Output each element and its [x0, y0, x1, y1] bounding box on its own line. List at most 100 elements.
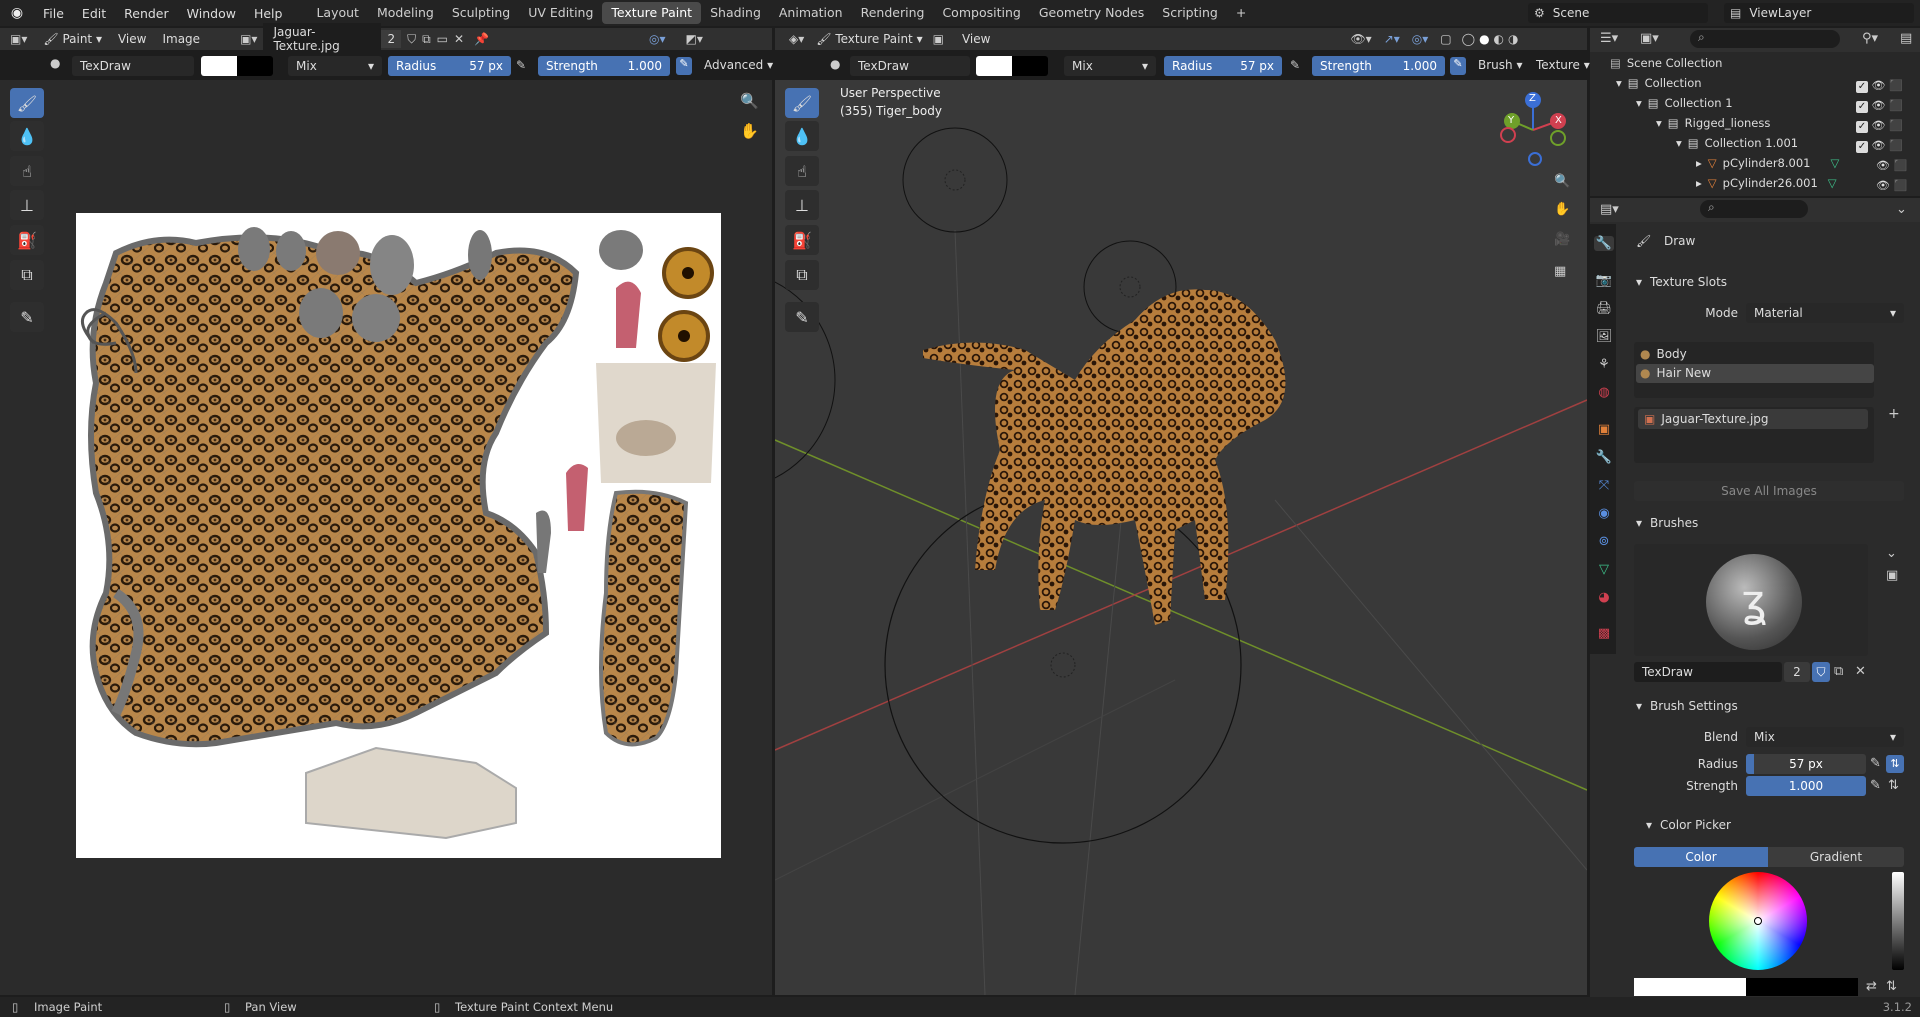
filter-icon[interactable]: ⚲▾ [1862, 31, 1878, 46]
outliner-scene-collection[interactable]: ▤ Scene Collection [1610, 53, 1722, 73]
particles-tab-icon[interactable]: ⤧ [1594, 478, 1614, 493]
tab-modeling[interactable]: Modeling [368, 2, 443, 24]
material-tab-icon[interactable]: ◕ [1594, 590, 1614, 605]
scene-selector[interactable]: ⚙ Scene [1528, 3, 1708, 23]
uv-display-icon[interactable]: ◩▾ [686, 32, 703, 46]
brush-name-field[interactable]: TexDraw [1634, 662, 1782, 682]
brush-users-count[interactable]: 2 [1784, 662, 1810, 682]
add-image-icon[interactable]: + [1888, 406, 1900, 422]
smear-tool-button[interactable]: ☝ [10, 156, 44, 186]
unified-color-icon[interactable]: ⇅ [1886, 979, 1897, 994]
radius-slider[interactable]: 57 px [1746, 754, 1866, 774]
constraints-tab-icon[interactable]: ⊚ [1594, 534, 1614, 549]
display-mode-icon[interactable]: ▣▾ [1640, 31, 1659, 46]
brush-icon[interactable]: ● [50, 56, 60, 70]
zoom-icon[interactable]: 🔍 [1554, 174, 1570, 189]
overlay-icon[interactable]: ◎▾ [649, 32, 666, 46]
radius-unit-toggle[interactable]: ⇅ [1886, 755, 1904, 773]
fake-user-icon[interactable]: ⛉ [1812, 662, 1830, 682]
image-field[interactable]: ▣ Jaguar-Texture.jpg [1638, 409, 1868, 429]
camera-icon[interactable]: 🎥 [1554, 232, 1570, 247]
add-workspace-button[interactable]: + [1227, 2, 1255, 24]
pan-hand-icon[interactable]: ✋ [740, 122, 759, 140]
brush-menu-icon[interactable]: ⌄ [1886, 546, 1897, 561]
row-toggles[interactable]: 👁 ⬛ [1856, 176, 1916, 196]
render-tab-icon[interactable]: 📷 [1594, 273, 1614, 288]
outliner-item-collection[interactable]: ▾ ▤ Collection [1616, 73, 1702, 93]
shading-rendered-icon[interactable]: ◑ [1508, 32, 1518, 46]
tab-uv-editing[interactable]: UV Editing [519, 2, 602, 24]
brush-name-field[interactable]: TexDraw [72, 56, 194, 76]
tab-compositing[interactable]: Compositing [933, 2, 1029, 24]
texture-tab-icon[interactable]: ▩ [1594, 626, 1614, 641]
outliner-item-pcylinder26[interactable]: ▸ ▽ pCylinder26.001 ▽ [1696, 173, 1837, 193]
outliner-item-pcylinder8[interactable]: ▸ ▽ pCylinder8.001 ▽ [1696, 153, 1839, 173]
viewlayer-selector[interactable]: ▤ ViewLayer [1724, 3, 1914, 23]
exclude-checkbox[interactable]: ✓ [1856, 141, 1868, 153]
color-swatch-secondary[interactable] [1012, 56, 1048, 76]
xray-icon[interactable]: ▢ [1440, 32, 1451, 46]
radius-pressure-icon[interactable]: ✎ [516, 58, 526, 72]
soften-tool-button[interactable]: 💧 [785, 121, 819, 151]
image-type-icon[interactable]: ▣▾ [240, 32, 257, 46]
gizmo-icon[interactable]: ↗▾ [1384, 32, 1400, 46]
exclude-checkbox[interactable]: ✓ [1856, 101, 1868, 113]
brushes-header[interactable]: ▾ Brushes [1628, 512, 1906, 534]
fake-user-icon[interactable]: ⛉ [407, 32, 416, 47]
brush-icon-image[interactable]: ▣ [1886, 568, 1898, 583]
primary-color-swatch[interactable] [1634, 978, 1746, 996]
chevron-down-icon[interactable]: ⌄ [1896, 202, 1907, 217]
outliner-search-input[interactable]: ⌕ [1690, 30, 1840, 48]
editor-type-icon[interactable]: ◈▾ [789, 32, 804, 46]
color-swatch-primary[interactable] [976, 56, 1012, 76]
properties-search-input[interactable]: ⌕ [1700, 200, 1808, 218]
save-all-images-button[interactable]: Save All Images [1634, 481, 1904, 501]
strength-slider[interactable]: Strength 1.000 [538, 56, 670, 76]
advanced-dropdown[interactable]: Advanced ▾ [704, 58, 773, 72]
draw-tool-button[interactable]: 🖌 [10, 88, 44, 118]
radius-pressure-icon[interactable]: ✎ [1870, 756, 1881, 771]
gradient-tab[interactable]: Gradient [1768, 847, 1904, 867]
soften-tool-button[interactable]: 💧 [10, 121, 44, 151]
strength-pressure-icon[interactable]: ✎ [1450, 57, 1466, 75]
mode-dropdown[interactable]: Material ▾ [1746, 303, 1904, 323]
color-tab[interactable]: Color [1634, 847, 1768, 867]
slot-item-body[interactable]: ● Body [1640, 345, 1870, 364]
duplicate-brush-icon[interactable]: ⧉ [1834, 664, 1843, 679]
mode-dropdown[interactable]: 🖌 Texture Paint ▾ [816, 32, 922, 46]
editor-type-icon[interactable]: ▣▾ [10, 32, 27, 46]
exclude-checkbox[interactable]: ✓ [1856, 81, 1868, 93]
blender-logo-icon[interactable]: ◉ [0, 5, 34, 21]
mask-tool-button[interactable]: ⧉ [10, 260, 44, 290]
texture-menu[interactable]: Texture ▾ [1536, 58, 1590, 72]
overlay-icon[interactable]: ◎▾ [1412, 32, 1429, 46]
tab-layout[interactable]: Layout [307, 2, 368, 24]
texture-slots-header[interactable]: ▾ Texture Slots [1628, 271, 1906, 293]
tab-geometry-nodes[interactable]: Geometry Nodes [1030, 2, 1153, 24]
tab-sculpting[interactable]: Sculpting [443, 2, 519, 24]
strength-toggle-icon[interactable]: ⇅ [1888, 778, 1899, 793]
annotate-tool-button[interactable]: ✎ [10, 302, 44, 332]
physics-tab-icon[interactable]: ◉ [1594, 506, 1614, 521]
exclude-checkbox[interactable]: ✓ [1856, 121, 1868, 133]
swap-colors-icon[interactable]: ⇄ [1866, 979, 1877, 994]
tab-animation[interactable]: Animation [770, 2, 852, 24]
draw-tool-button[interactable]: 🖌 [785, 88, 819, 118]
outliner-type-icon[interactable]: ☰▾ [1600, 31, 1618, 46]
radius-slider[interactable]: Radius 57 px [1164, 56, 1282, 76]
outliner-item-collection-1001[interactable]: ▾ ▤ Collection 1.001 [1676, 133, 1798, 153]
tab-shading[interactable]: Shading [701, 2, 770, 24]
slot-item-hair-new[interactable]: ● Hair New [1636, 364, 1874, 383]
blend-dropdown[interactable]: Mix ▾ [288, 56, 382, 76]
pin-icon[interactable]: 📌 [474, 32, 489, 46]
menu-view[interactable]: View [962, 32, 990, 46]
brush-menu[interactable]: Brush ▾ [1478, 58, 1522, 72]
data-tab-icon[interactable]: ▽ [1594, 562, 1614, 577]
clone-tool-button[interactable]: ⊥ [10, 190, 44, 220]
menu-window[interactable]: Window [178, 6, 245, 21]
secondary-color-swatch[interactable] [1746, 978, 1858, 996]
outliner-item-collection-1[interactable]: ▾ ▤ Collection 1 [1636, 93, 1733, 113]
color-wheel[interactable] [1709, 872, 1807, 970]
strength-pressure-icon[interactable]: ✎ [1870, 778, 1881, 793]
clone-tool-button[interactable]: ⊥ [785, 190, 819, 220]
